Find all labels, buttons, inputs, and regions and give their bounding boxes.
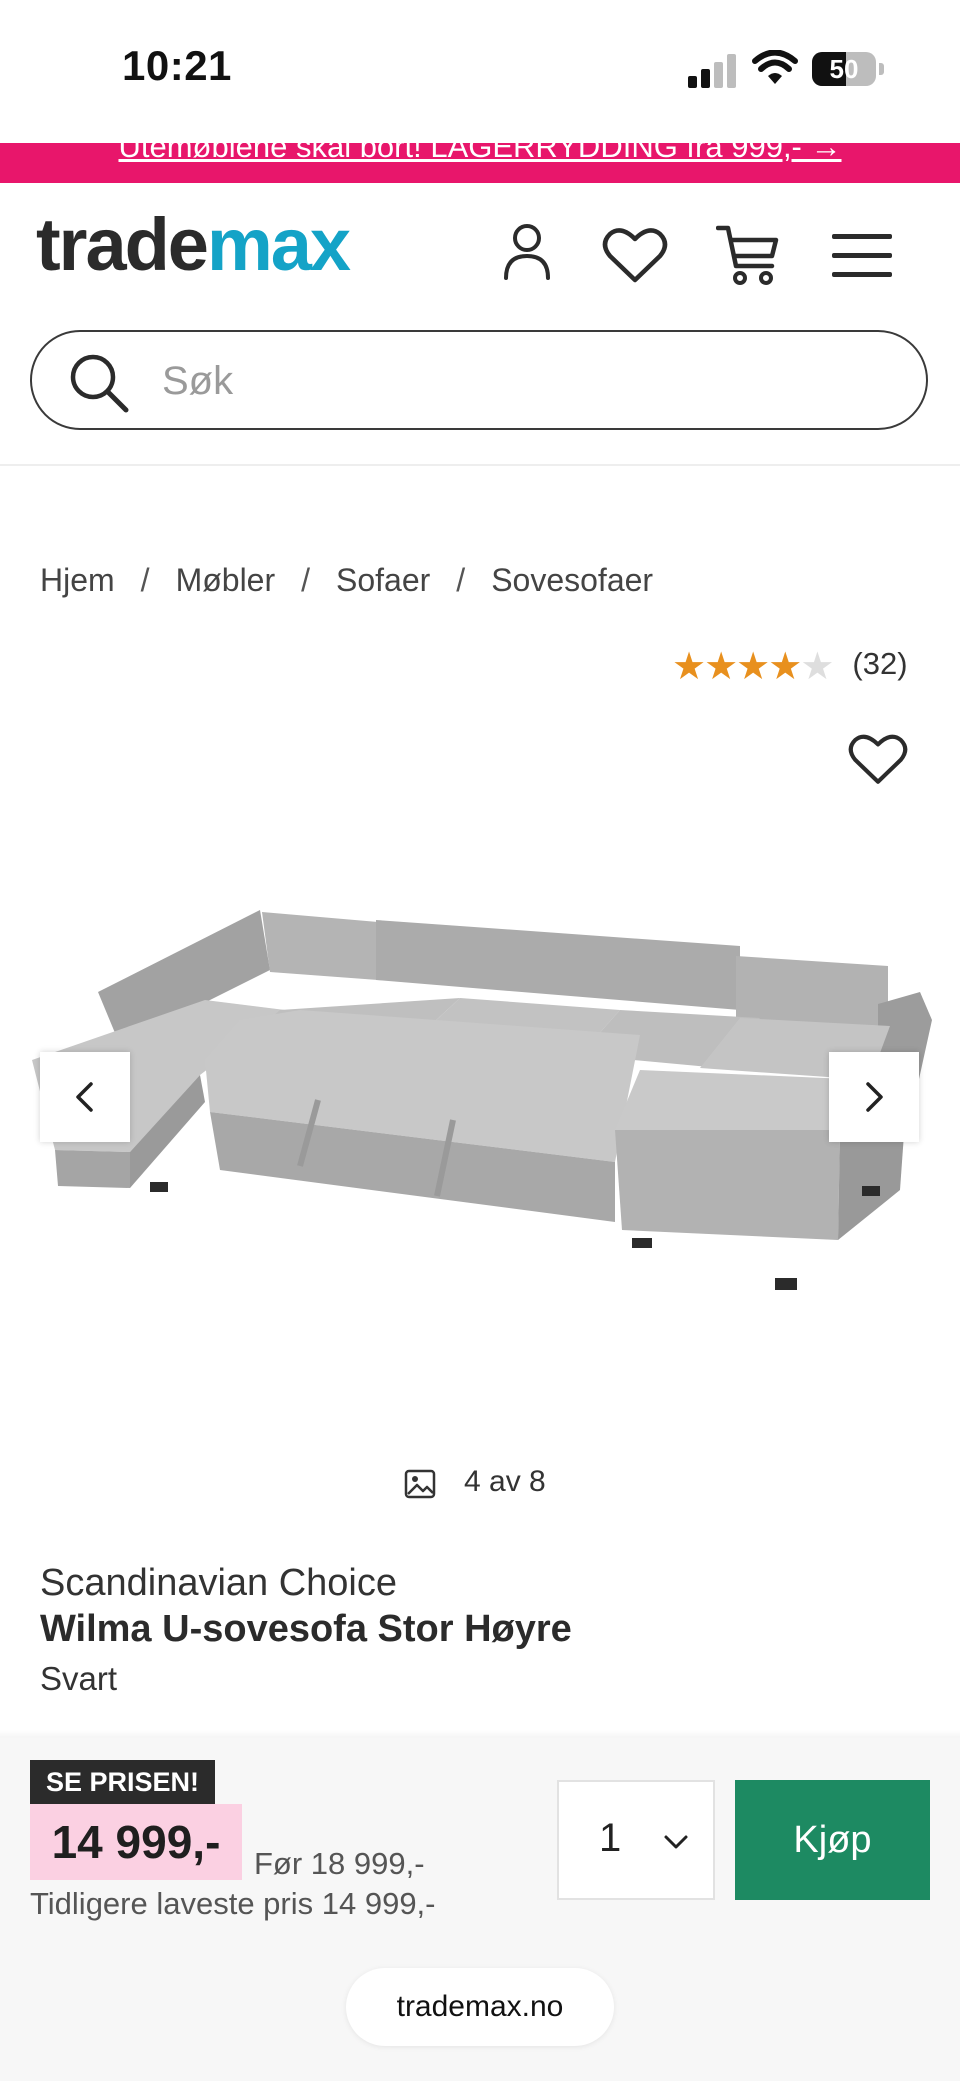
cart-icon[interactable] (716, 222, 782, 288)
status-bar: 10:21 50 (0, 0, 960, 140)
star-filled-icon: ★ (768, 646, 803, 688)
gallery-counter-text: 4 av 8 (464, 1465, 546, 1498)
gallery-next-button[interactable] (829, 1052, 919, 1142)
breadcrumb-item-sofaer[interactable]: Sofaer (336, 562, 430, 598)
battery-icon: 50 (812, 52, 884, 86)
search-input[interactable] (160, 350, 884, 412)
quantity-value: 1 (599, 1816, 622, 1860)
star-filled-icon: ★ (672, 646, 707, 688)
product-brand[interactable]: Scandinavian Choice (40, 1562, 397, 1605)
buy-button[interactable]: Kjøp (735, 1780, 930, 1900)
breadcrumb: Hjem / Møbler / Sofaer / Sovesofaer (40, 562, 654, 598)
image-icon (404, 1469, 436, 1499)
current-price: 14 999,- (30, 1804, 242, 1880)
product-rating[interactable]: ★★★★★ (32) (672, 646, 908, 686)
star-filled-icon: ★ (736, 646, 771, 688)
heart-icon[interactable] (602, 226, 668, 284)
star-empty-icon: ★ (800, 646, 835, 688)
menu-icon[interactable] (832, 234, 892, 278)
review-count[interactable]: (32) (852, 646, 907, 681)
quantity-select[interactable]: 1 (557, 1780, 715, 1900)
browser-url-bar[interactable]: trademax.no (346, 1968, 614, 2046)
account-icon[interactable] (502, 222, 552, 280)
gallery-counter[interactable]: 4 av 8 (404, 1465, 546, 1499)
price-badge: SE PRISEN! (30, 1760, 216, 1804)
wifi-icon (752, 50, 798, 84)
gallery-prev-button[interactable] (40, 1052, 130, 1142)
chevron-left-icon (76, 1082, 93, 1112)
breadcrumb-item-mobler[interactable]: Møbler (176, 562, 276, 598)
promo-banner[interactable]: Utemøblene skal bort! LAGERRYDDING fra 9… (0, 143, 960, 183)
breadcrumb-item-sovesofaer[interactable]: Sovesofaer (491, 562, 653, 598)
signal-icon (688, 54, 736, 88)
search-bar[interactable] (30, 330, 928, 430)
product-name: Wilma U-sovesofa Stor Høyre (40, 1608, 572, 1650)
lowest-price-note: Tidligere laveste pris 14 999,- (30, 1886, 436, 1921)
search-icon (70, 354, 129, 413)
promo-link[interactable]: Utemøblene skal bort! LAGERRYDDING fra 9… (0, 143, 960, 165)
status-time: 10:21 (122, 42, 232, 89)
chevron-down-icon (664, 1835, 688, 1849)
breadcrumb-item-hjem[interactable]: Hjem (40, 562, 115, 598)
battery-level: 50 (829, 54, 859, 84)
chevron-right-icon (866, 1082, 883, 1112)
star-filled-icon: ★ (704, 646, 739, 688)
product-variant: Svart (40, 1660, 118, 1697)
product-image (32, 910, 932, 1290)
wishlist-heart-icon[interactable] (848, 732, 908, 786)
trademax-logo[interactable]: trademax (36, 208, 351, 282)
header-divider (0, 464, 960, 466)
before-price: Før 18 999,- (254, 1846, 425, 1881)
